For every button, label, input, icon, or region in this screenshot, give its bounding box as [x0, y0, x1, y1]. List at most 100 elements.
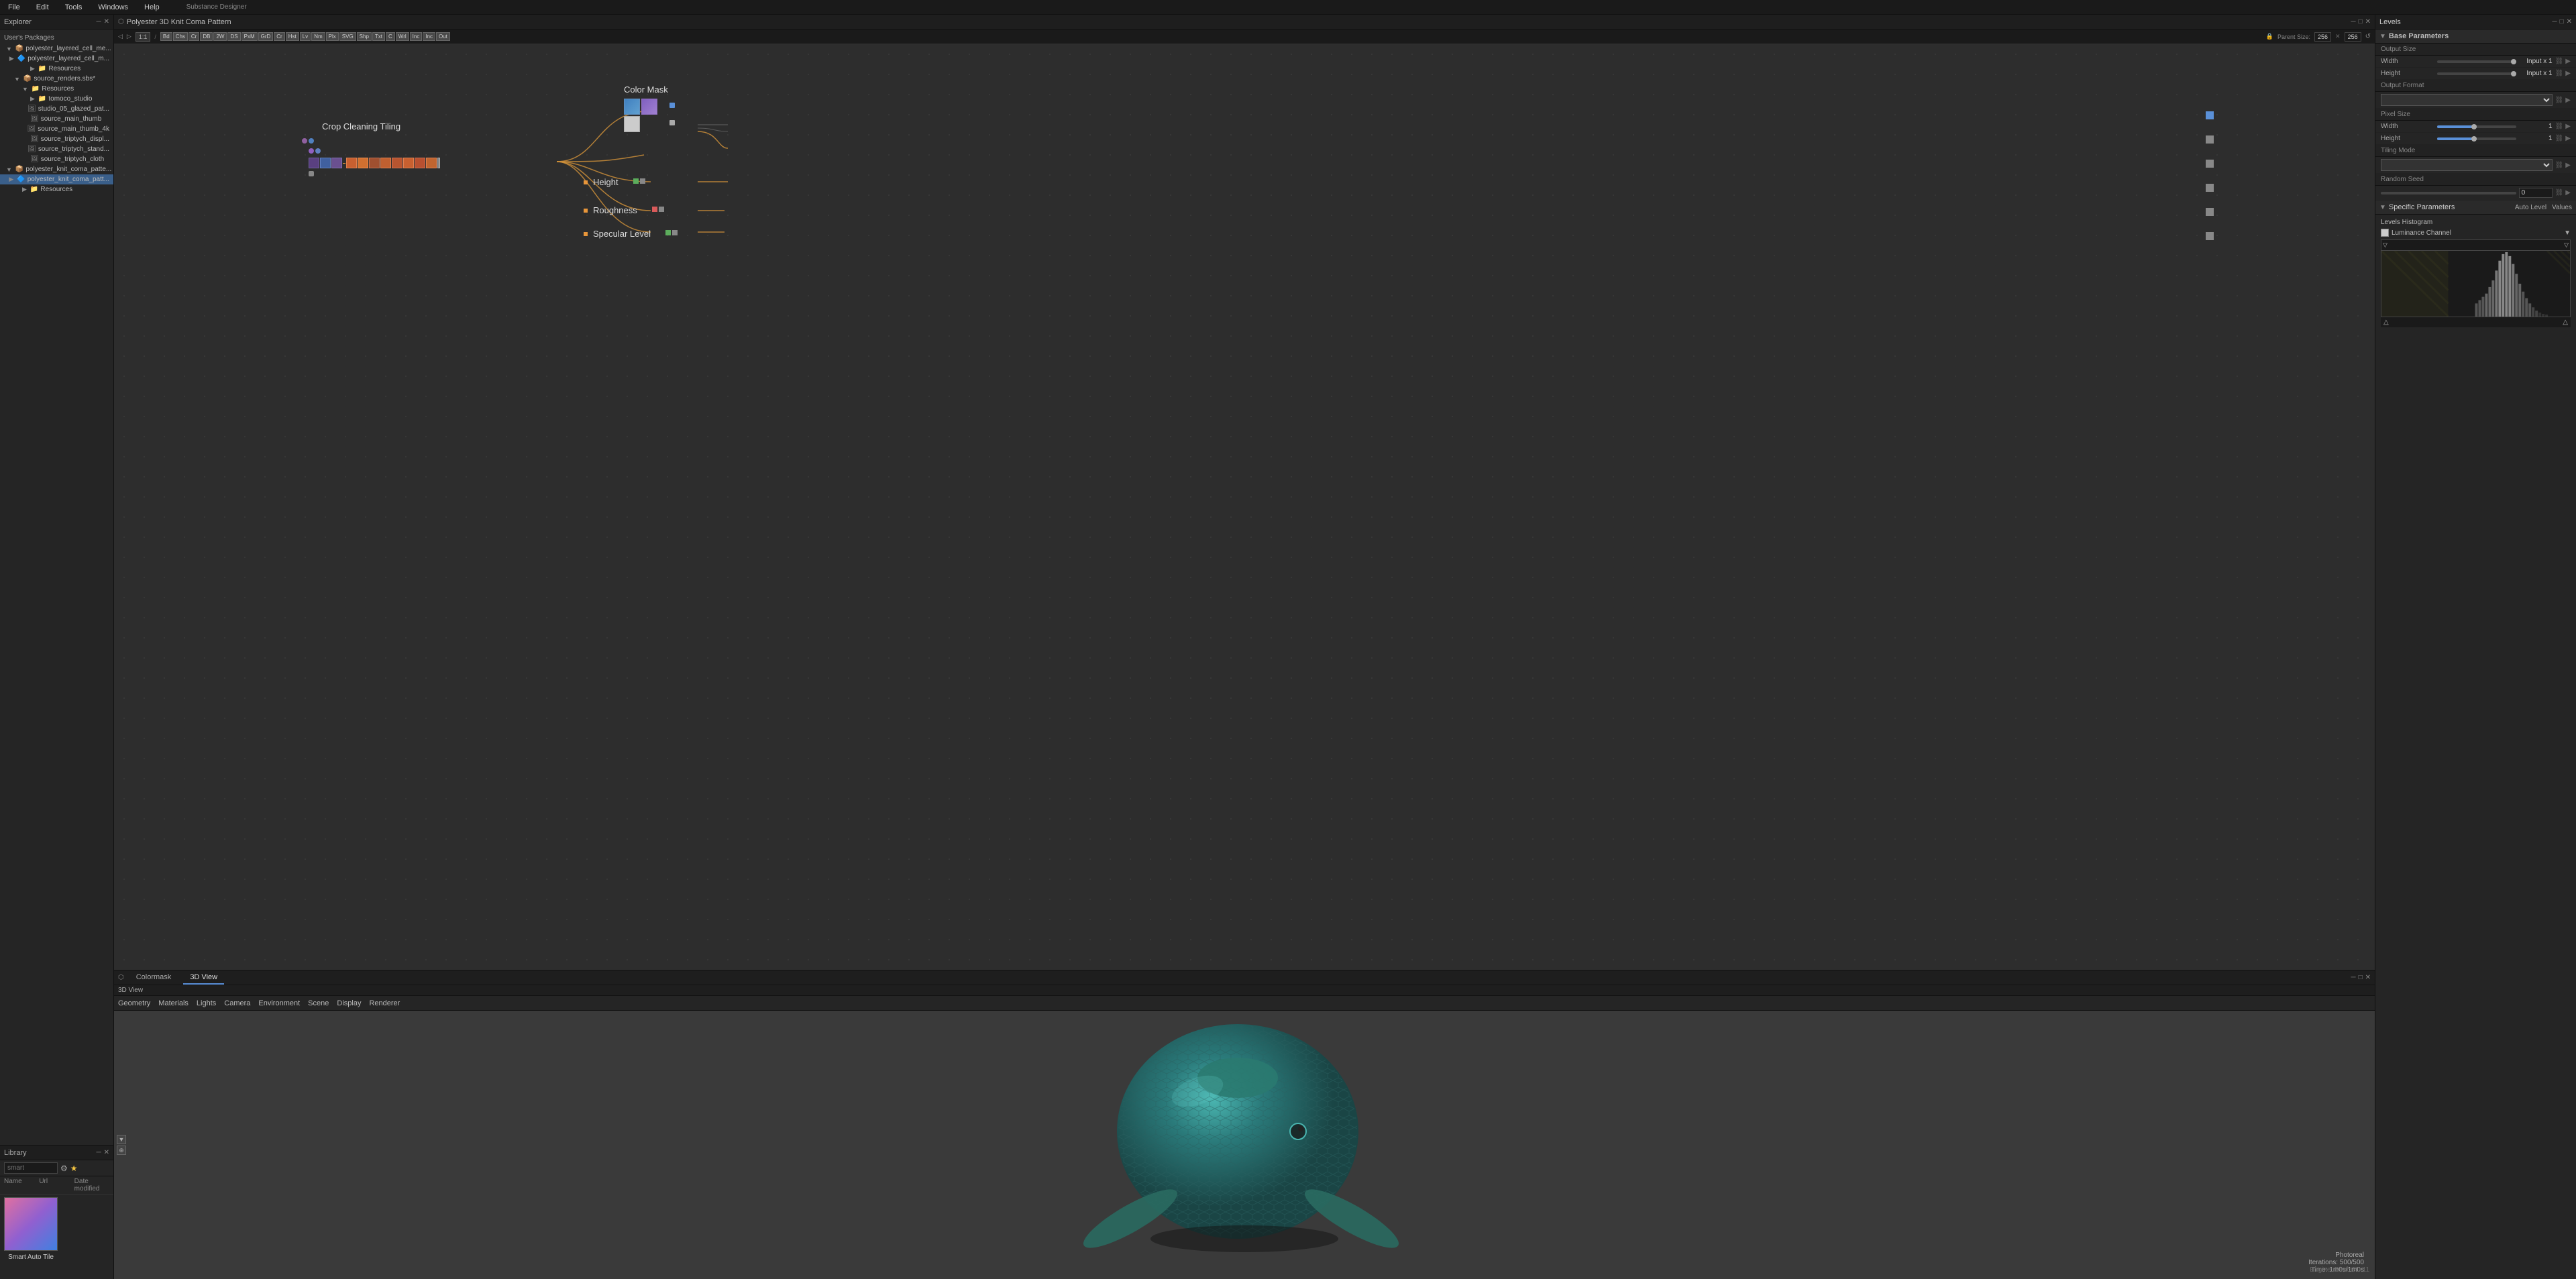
ne-tab-cr2[interactable]: Cr	[274, 32, 284, 41]
ne-tab-svg[interactable]: SVG	[339, 32, 356, 41]
tiling-mode-dropdown[interactable]	[2381, 159, 2553, 171]
ne-tab-out[interactable]: Out	[436, 32, 450, 41]
node-canvas[interactable]: Crop Cleaning Tiling Color Mask	[114, 44, 2375, 970]
explorer-minimize-icon[interactable]: ─	[97, 18, 101, 25]
strip-node-8[interactable]	[392, 158, 402, 168]
explorer-close-icon[interactable]: ✕	[104, 18, 109, 25]
tree-item-studio[interactable]: 🖼 studio_05_glazed_pat...	[0, 104, 113, 114]
ne-tab-chs[interactable]: Chs	[173, 32, 188, 41]
ne-tab-inc[interactable]: Inc	[410, 32, 423, 41]
ne-tab-cr[interactable]: Cr	[189, 32, 199, 41]
ne-toolbar-nav[interactable]: ◁	[118, 33, 123, 40]
pxh-anim-icon[interactable]: ▶	[2565, 135, 2571, 142]
tree-item-polyester-layered[interactable]: ▼ 📦 polyester_layered_cell_me...	[0, 44, 113, 54]
strip-node-5[interactable]	[358, 158, 368, 168]
ne-tab-nm[interactable]: Nm	[311, 32, 325, 41]
ne-tab-inc2[interactable]: Inc	[423, 32, 435, 41]
ne-zoom-level[interactable]: 1:1	[136, 32, 151, 42]
ne-tab-txt[interactable]: Txt	[372, 32, 385, 41]
pixel-height-slider[interactable]	[2437, 137, 2516, 140]
menu-windows[interactable]: Windows	[95, 2, 131, 13]
view3d-maximize-icon[interactable]: □	[2359, 974, 2363, 981]
menu-help[interactable]: Help	[142, 2, 162, 13]
tree-item-resources-1[interactable]: ▶ 📁 Resources	[0, 64, 113, 74]
levels-maximize-icon[interactable]: □	[2560, 18, 2564, 25]
menu-file[interactable]: File	[5, 2, 23, 13]
format-anim-icon[interactable]: ▶	[2565, 97, 2571, 104]
strip-node-7[interactable]	[380, 158, 391, 168]
ne-toolbar-fwd[interactable]: ▷	[127, 33, 131, 40]
view3d-close-icon[interactable]: ✕	[2365, 974, 2371, 981]
ne-tab-db[interactable]: DB	[200, 32, 213, 41]
menu-camera[interactable]: Camera	[224, 999, 250, 1007]
library-item[interactable]: Smart Auto Tile	[4, 1197, 109, 1261]
strip-node-3[interactable]	[331, 158, 342, 168]
tree-item-source-renders[interactable]: ▼ 📦 source_renders.sbs*	[0, 74, 113, 84]
side-btn-2[interactable]: ⊕	[117, 1146, 126, 1155]
pxw-anim-icon[interactable]: ▶	[2565, 123, 2571, 130]
height-link-icon[interactable]: ⛓	[2555, 70, 2564, 77]
hist-handle-right[interactable]: ▽	[2564, 241, 2569, 249]
ne-tab-c[interactable]: C	[386, 32, 395, 41]
tree-item-source-triptych-stand[interactable]: 🖼 source_triptych_stand...	[0, 144, 113, 154]
parent-size-value-2[interactable]: 256	[2345, 32, 2361, 42]
width-link-icon[interactable]: ⛓	[2555, 58, 2564, 65]
view3d-minimize-icon[interactable]: ─	[2351, 974, 2355, 981]
param-width-slider[interactable]	[2437, 60, 2516, 63]
auto-level-btn[interactable]: Auto Level	[2515, 204, 2546, 211]
library-star-icon[interactable]: ★	[70, 1164, 78, 1173]
menu-materials[interactable]: Materials	[158, 999, 189, 1007]
tree-item-source-main-thumb[interactable]: 🖼 source_main_thumb	[0, 114, 113, 124]
format-link-icon[interactable]: ⛓	[2555, 97, 2564, 104]
tree-item-polyester-layered-sub[interactable]: ▶ 🔷 polyester_layered_cell_m...	[0, 54, 113, 64]
tree-item-polyester-knit-sbs[interactable]: ▶ 🔷 polyester_knit_coma_patt...	[0, 174, 113, 184]
ne-maximize-icon[interactable]: □	[2359, 18, 2363, 25]
strip-node-11[interactable]	[426, 158, 437, 168]
strip-node-4[interactable]	[346, 158, 357, 168]
height-output-node[interactable]: Height	[584, 177, 619, 187]
menu-lights[interactable]: Lights	[197, 999, 216, 1007]
ne-tab-2w[interactable]: 2W	[213, 32, 227, 41]
tiling-anim-icon[interactable]: ▶	[2565, 162, 2571, 169]
ne-tab-pxm[interactable]: PxM	[241, 32, 258, 41]
ne-tab-hst[interactable]: Hst	[286, 32, 299, 41]
param-height-slider[interactable]	[2437, 72, 2516, 75]
parent-size-value[interactable]: 256	[2314, 32, 2331, 42]
tab-colormask[interactable]: Colormask	[129, 971, 178, 985]
side-btn-1[interactable]: ▼	[117, 1135, 126, 1144]
library-search-input[interactable]	[4, 1162, 58, 1174]
menu-geometry[interactable]: Geometry	[118, 999, 150, 1007]
tree-item-polyester-knit[interactable]: ▼ 📦 polyester_knit_coma_patte...	[0, 164, 113, 174]
histogram-canvas[interactable]	[2381, 250, 2571, 317]
menu-scene[interactable]: Scene	[308, 999, 329, 1007]
strip-node-1[interactable]	[309, 158, 319, 168]
levels-minimize-icon[interactable]: ─	[2552, 18, 2557, 25]
strip-node-9[interactable]	[403, 158, 414, 168]
hist-bottom-right[interactable]: △	[2563, 319, 2568, 326]
strip-node-6[interactable]	[369, 158, 380, 168]
specular-output-node[interactable]: Specular Level	[584, 229, 651, 239]
height-anim-icon[interactable]: ▶	[2565, 70, 2571, 77]
width-anim-icon[interactable]: ▶	[2565, 58, 2571, 65]
tiling-link-icon[interactable]: ⛓	[2555, 162, 2564, 169]
ne-tab-grd[interactable]: GrD	[258, 32, 274, 41]
tab-3dview[interactable]: 3D View	[183, 971, 224, 985]
hist-handle-left[interactable]: ▽	[2383, 241, 2387, 249]
pxh-link-icon[interactable]: ⛓	[2555, 135, 2564, 142]
ne-minimize-icon[interactable]: ─	[2351, 18, 2355, 25]
tree-item-source-triptych-cloth[interactable]: 🖼 source_triptych_cloth	[0, 154, 113, 164]
library-minimize-icon[interactable]: ─	[97, 1149, 101, 1156]
tree-item-source-triptych-disp[interactable]: 🖼 source_triptych_displ...	[0, 134, 113, 144]
ne-tab-wrl[interactable]: Wrl	[396, 32, 409, 41]
ne-tab-lv[interactable]: Lv	[300, 32, 311, 41]
levels-close-icon[interactable]: ✕	[2567, 18, 2572, 25]
tree-item-tomoco[interactable]: ▶ 📁 tomoco_studio	[0, 94, 113, 104]
ne-refresh-icon[interactable]: ↺	[2365, 33, 2371, 40]
ne-tab-plx[interactable]: Plx	[326, 32, 339, 41]
roughness-output-node[interactable]: Roughness	[584, 205, 637, 215]
tree-item-source-main-thumb-4k[interactable]: 🖼 source_main_thumb_4k	[0, 124, 113, 134]
library-close-icon[interactable]: ✕	[104, 1149, 109, 1156]
ne-close-icon[interactable]: ✕	[2365, 18, 2371, 25]
color-mask-node[interactable]: Color Mask	[624, 85, 668, 132]
menu-environment[interactable]: Environment	[258, 999, 300, 1007]
